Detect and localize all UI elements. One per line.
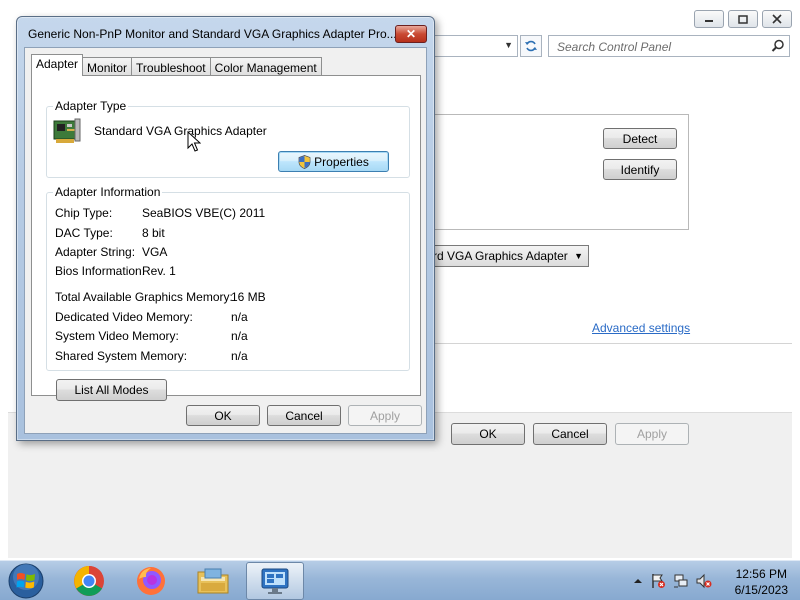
- windows-logo-icon: [8, 563, 44, 599]
- graphics-card-icon: [53, 118, 81, 143]
- taskbar-firefox[interactable]: [122, 562, 180, 600]
- info-key: Adapter String:: [55, 245, 136, 259]
- tab-color-management[interactable]: Color Management: [209, 57, 322, 76]
- memory-value: n/a: [231, 329, 248, 343]
- dialog-cancel-button[interactable]: Cancel: [267, 405, 341, 426]
- cancel-button[interactable]: Cancel: [533, 423, 607, 445]
- display-select-value: rd VGA Graphics Adapter: [433, 249, 568, 263]
- refresh-icon: [525, 40, 537, 52]
- info-value: Rev. 1: [142, 264, 176, 278]
- maximize-icon: [738, 14, 748, 24]
- start-button[interactable]: [6, 562, 46, 600]
- search-icon[interactable]: [771, 39, 785, 53]
- apply-button: Apply: [615, 423, 689, 445]
- adapter-name: Standard VGA Graphics Adapter: [94, 124, 267, 138]
- taskbar: 12:56 PM 6/15/2023: [0, 560, 800, 600]
- advanced-settings-link[interactable]: Advanced settings: [592, 321, 690, 335]
- info-value: VGA: [142, 245, 168, 259]
- display-settings-icon: [261, 568, 289, 594]
- memory-value: 16 MB: [231, 290, 266, 304]
- identify-button[interactable]: Identify: [603, 159, 677, 180]
- adapter-type-legend: Adapter Type: [53, 99, 129, 113]
- network-icon[interactable]: [673, 573, 689, 589]
- search-input[interactable]: Search Control Panel: [548, 35, 790, 57]
- system-tray: [633, 573, 712, 589]
- properties-button[interactable]: Properties: [278, 151, 389, 172]
- tab-adapter[interactable]: Adapter: [31, 54, 84, 76]
- properties-button-label: Properties: [314, 154, 369, 169]
- chevron-down-icon: ▼: [574, 251, 583, 261]
- window-caption-buttons: [694, 10, 792, 28]
- system-clock[interactable]: 12:56 PM 6/15/2023: [735, 566, 788, 598]
- info-value: SeaBIOS VBE(C) 2011: [142, 206, 266, 220]
- folder-icon: [197, 568, 229, 594]
- dialog-title: Generic Non-PnP Monitor and Standard VGA…: [28, 27, 397, 41]
- minimize-icon: [705, 20, 713, 22]
- adapter-properties-dialog: Generic Non-PnP Monitor and Standard VGA…: [16, 16, 435, 441]
- chevron-down-icon[interactable]: ▼: [504, 40, 513, 50]
- memory-key: Shared System Memory:: [55, 349, 188, 363]
- adapter-info-legend: Adapter Information: [53, 185, 163, 199]
- tab-strip: Adapter Monitor Troubleshoot Color Manag…: [31, 54, 322, 76]
- memory-key: System Video Memory:: [55, 329, 179, 343]
- tab-troubleshoot[interactable]: Troubleshoot: [131, 57, 211, 76]
- dialog-apply-button: Apply: [348, 405, 422, 426]
- detect-button[interactable]: Detect: [603, 128, 677, 149]
- show-hidden-icons-icon[interactable]: [633, 576, 643, 586]
- shield-icon: [298, 154, 311, 169]
- address-bar[interactable]: ▼: [428, 35, 518, 57]
- chrome-icon: [74, 566, 104, 596]
- taskbar-file-explorer[interactable]: [184, 562, 242, 600]
- clock-date: 6/15/2023: [734, 583, 788, 597]
- taskbar-control-panel[interactable]: [246, 562, 304, 600]
- clock-time: 12:56 PM: [735, 567, 787, 581]
- memory-key: Dedicated Video Memory:: [55, 310, 193, 324]
- close-window-button[interactable]: [762, 10, 792, 28]
- adapter-type-group: Adapter Type Standard VGA Graphics Adapt…: [46, 99, 410, 178]
- dialog-close-button[interactable]: ✕: [395, 25, 427, 43]
- list-all-modes-button[interactable]: List All Modes: [56, 379, 167, 401]
- divider: [430, 343, 792, 344]
- ok-button[interactable]: OK: [451, 423, 525, 445]
- memory-key: Total Available Graphics Memory:: [55, 290, 233, 304]
- info-value: 8 bit: [142, 226, 165, 240]
- volume-muted-icon[interactable]: [696, 573, 712, 589]
- adapter-info-group: Adapter Information Chip Type: SeaBIOS V…: [46, 185, 410, 371]
- display-select[interactable]: rd VGA Graphics Adapter ▼: [430, 245, 589, 267]
- info-key: Chip Type:: [55, 206, 113, 220]
- taskbar-chrome[interactable]: [60, 562, 118, 600]
- adapter-tab-page: Adapter Type Standard VGA Graphics Adapt…: [31, 75, 421, 396]
- action-center-icon[interactable]: [650, 573, 666, 589]
- memory-value: n/a: [231, 349, 248, 363]
- refresh-button[interactable]: [520, 35, 542, 57]
- dialog-body: Adapter Monitor Troubleshoot Color Manag…: [24, 47, 427, 434]
- dialog-ok-button[interactable]: OK: [186, 405, 260, 426]
- maximize-button[interactable]: [728, 10, 758, 28]
- close-icon: [772, 14, 782, 24]
- info-key: Bios Information:: [55, 264, 146, 278]
- close-icon: ✕: [405, 27, 417, 41]
- memory-value: n/a: [231, 310, 248, 324]
- mouse-cursor-icon: [187, 131, 201, 152]
- tab-monitor[interactable]: Monitor: [82, 57, 133, 76]
- minimize-button[interactable]: [694, 10, 724, 28]
- firefox-icon: [137, 567, 165, 595]
- search-placeholder: Search Control Panel: [557, 40, 672, 54]
- info-key: DAC Type:: [55, 226, 113, 240]
